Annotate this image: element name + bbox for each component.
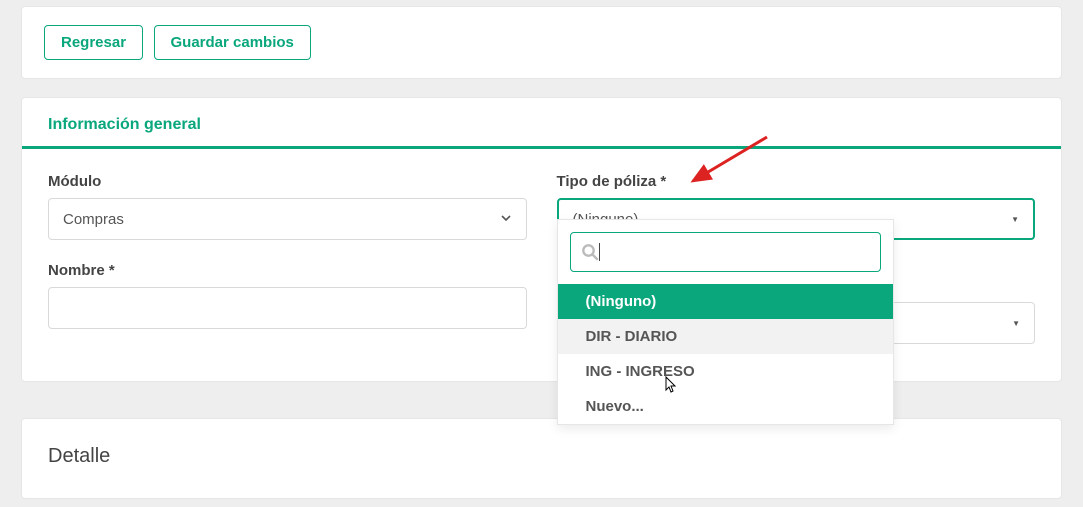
modulo-value: Compras	[63, 211, 124, 228]
chevron-down-icon	[500, 212, 512, 227]
nombre-group: Nombre *	[48, 262, 527, 329]
caret-down-icon: ▼	[1011, 215, 1019, 224]
dropdown-search-wrap	[558, 220, 893, 284]
detalle-title: Detalle	[48, 445, 1035, 468]
tipo-poliza-dropdown: (Ninguno) DIR - DIARIO ING - INGRESO Nue…	[557, 219, 894, 425]
tipo-poliza-label: Tipo de póliza *	[557, 173, 1036, 190]
right-column: Tipo de póliza * (Ninguno) ▼	[557, 173, 1036, 351]
caret-down-icon: ▼	[1012, 319, 1020, 328]
dropdown-item-diario[interactable]: DIR - DIARIO	[558, 319, 893, 354]
dropdown-item-ingreso[interactable]: ING - INGRESO	[558, 354, 893, 389]
section-title: Información general	[22, 98, 1061, 149]
modulo-select[interactable]: Compras	[48, 198, 527, 240]
modulo-group: Módulo Compras	[48, 173, 527, 240]
dropdown-search-input[interactable]	[608, 244, 870, 261]
dropdown-item-ninguno[interactable]: (Ninguno)	[558, 284, 893, 319]
toolbar-panel: Regresar Guardar cambios	[21, 6, 1062, 79]
modulo-label: Módulo	[48, 173, 527, 190]
nombre-input[interactable]	[48, 287, 527, 329]
save-button[interactable]: Guardar cambios	[154, 25, 311, 60]
text-cursor	[599, 243, 600, 261]
tipo-poliza-group: Tipo de póliza * (Ninguno) ▼	[557, 173, 1036, 240]
nombre-label: Nombre *	[48, 262, 527, 279]
search-icon	[581, 243, 599, 261]
detalle-panel: Detalle	[21, 418, 1062, 499]
dropdown-item-nuevo[interactable]: Nuevo...	[558, 389, 893, 424]
left-column: Módulo Compras Nombre *	[48, 173, 527, 351]
dropdown-list: (Ninguno) DIR - DIARIO ING - INGRESO Nue…	[558, 284, 893, 424]
info-panel: Información general Módulo Compras Nombr…	[21, 97, 1062, 382]
back-button[interactable]: Regresar	[44, 25, 143, 60]
form-grid: Módulo Compras Nombre * Tipo de póliza *…	[22, 149, 1061, 351]
dropdown-search[interactable]	[570, 232, 881, 272]
